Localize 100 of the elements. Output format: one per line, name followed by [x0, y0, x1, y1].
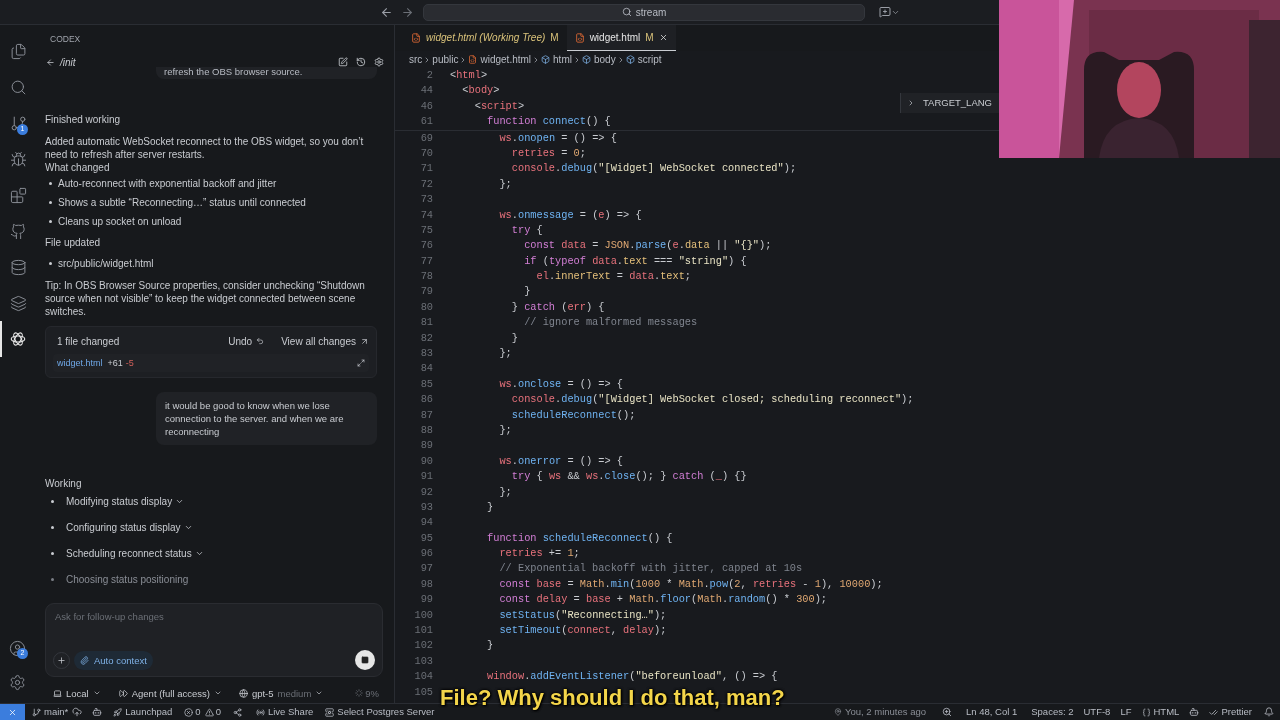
code-line: <script>: [473, 98, 525, 114]
cloud-upload-icon[interactable]: [72, 707, 83, 717]
globe-icon: [238, 688, 248, 698]
breadcrumb-item[interactable]: script: [625, 52, 662, 67]
remote-button[interactable]: [0, 703, 25, 720]
line-number: 69: [419, 130, 433, 146]
breadcrumb-item[interactable]: public: [432, 52, 459, 67]
code-line: } catch (err) {: [510, 299, 605, 315]
breadcrumb-item[interactable]: src: [409, 52, 423, 67]
line-number: 78: [419, 269, 433, 285]
history-icon[interactable]: [356, 57, 366, 67]
file-link[interactable]: widget.html: [57, 356, 103, 370]
code-line: };: [498, 422, 512, 438]
chevron-down-icon[interactable]: [183, 523, 193, 532]
cursor-position[interactable]: Ln 48, Col 1: [966, 704, 1018, 720]
step-label[interactable]: Scheduling reconnect status: [66, 547, 192, 560]
prettier-button[interactable]: Prettier: [1209, 704, 1252, 720]
list-item: Auto-reconnect with exponential backoff and jitter: [58, 177, 277, 190]
language-button[interactable]: HTML: [1141, 704, 1180, 720]
editor-tab[interactable]: widget.html M: [566, 25, 676, 51]
section-heading: What changed: [45, 161, 110, 174]
robot-icon[interactable]: [1189, 707, 1200, 717]
launchpad-button[interactable]: Launchpad: [113, 704, 173, 720]
files-icon: [9, 42, 27, 60]
double-check-icon: [1209, 707, 1219, 717]
close-icon[interactable]: [658, 33, 668, 42]
chevron-down-icon: [213, 689, 222, 697]
line-number: 70: [419, 145, 433, 161]
breadcrumb-item[interactable]: html: [541, 52, 572, 67]
section-heading: File updated: [45, 236, 101, 249]
expand-icon[interactable]: [357, 359, 365, 367]
outline-widget[interactable]: TARGET_LANG: [900, 93, 1000, 113]
html-file-icon: [411, 32, 421, 43]
line-number: 101: [413, 623, 433, 639]
cube-icon: [625, 55, 635, 64]
indentation[interactable]: Spaces: 2: [1031, 704, 1074, 720]
problems-button[interactable]: 0 0: [184, 704, 221, 720]
view-all-button[interactable]: View all changes: [281, 334, 369, 348]
bullet-icon: [49, 201, 52, 204]
stop-button[interactable]: [355, 650, 375, 670]
context-chip[interactable]: Auto context: [74, 650, 153, 670]
search-icon: [9, 78, 27, 96]
encoding[interactable]: UTF-8: [1083, 704, 1111, 720]
location-dropdown[interactable]: Local: [53, 686, 101, 700]
plus-icon: [57, 655, 66, 665]
line-number: 75: [419, 222, 433, 238]
code-line: }: [486, 499, 494, 515]
line-number: 86: [419, 392, 433, 408]
branch-button[interactable]: main*: [32, 704, 69, 720]
model-dropdown[interactable]: gpt-5 medium: [238, 686, 324, 700]
code-line: const base = Math.min(1000 * Math.pow(2, retries - 1), 10000);: [498, 576, 883, 592]
blame-label[interactable]: You, 2 minutes ago: [845, 704, 926, 720]
undo-button[interactable]: Undo: [228, 334, 265, 348]
code-line: };: [498, 176, 512, 192]
message-input[interactable]: Ask for follow-up changes: [53, 610, 375, 623]
editor-tab[interactable]: widget.html (Working Tree) M: [403, 25, 567, 51]
line-number: 97: [419, 561, 433, 577]
message-bubble: it would be good to know when we lose connection to the server. and when we are reconnecting: [156, 392, 377, 445]
postgres-button[interactable]: Select Postgres Server: [325, 704, 435, 720]
live-share-button[interactable]: Live Share: [255, 704, 314, 720]
mode-dropdown[interactable]: Agent (full access): [118, 686, 222, 700]
git-icon: [9, 114, 27, 132]
line-ending[interactable]: LF: [1120, 704, 1132, 720]
robot-icon[interactable]: [92, 707, 103, 717]
code-line: ws.onclose = () => {: [498, 376, 624, 392]
code-line: const delay = base + Math.floor(Math.random() * 300);: [498, 592, 828, 608]
server-icon: [325, 707, 335, 717]
message-bubble: refresh the OBS browser source.: [156, 67, 377, 79]
code-line: scheduleReconnect();: [510, 407, 636, 423]
chevron-down-icon[interactable]: [175, 497, 185, 506]
code-line: setTimeout(connect, delay);: [498, 623, 667, 639]
breadcrumb-item[interactable]: widget.html: [468, 52, 532, 67]
code-line: retries = 0;: [510, 145, 586, 161]
forward-icon[interactable]: [401, 5, 414, 19]
share-icon[interactable]: [232, 707, 242, 717]
cube-icon: [541, 55, 551, 64]
line-number: 61: [419, 114, 433, 130]
summary-text: Added automatic WebSocket reconnect to the OBS widget, so you don’t need to refresh after server restarts.: [45, 135, 365, 161]
spinner-icon: [355, 689, 364, 697]
step-label[interactable]: Modifying status display: [66, 495, 173, 508]
settings-icon[interactable]: [374, 57, 384, 67]
step-label[interactable]: Configuring status display: [66, 521, 181, 534]
line-number: 82: [419, 330, 433, 346]
back-icon[interactable]: [380, 5, 393, 19]
new-chat-icon[interactable]: [338, 57, 348, 67]
html-file-icon: [574, 32, 585, 43]
back-icon[interactable]: [46, 57, 55, 67]
line-number: 85: [419, 376, 433, 392]
bell-icon[interactable]: [1264, 707, 1274, 717]
laptop-icon: [53, 688, 62, 698]
breadcrumb-item[interactable]: body: [581, 52, 616, 67]
chat-icon[interactable]: [879, 6, 891, 18]
github-icon: [9, 222, 27, 240]
zoom-icon[interactable]: [942, 707, 952, 717]
html-file-icon: [468, 55, 478, 64]
chevron-down-icon[interactable]: [194, 549, 204, 558]
error-icon: [184, 707, 194, 717]
search-field[interactable]: stream: [423, 3, 865, 21]
code-line: try {: [510, 222, 543, 238]
step-label[interactable]: Choosing status positioning: [66, 573, 189, 586]
